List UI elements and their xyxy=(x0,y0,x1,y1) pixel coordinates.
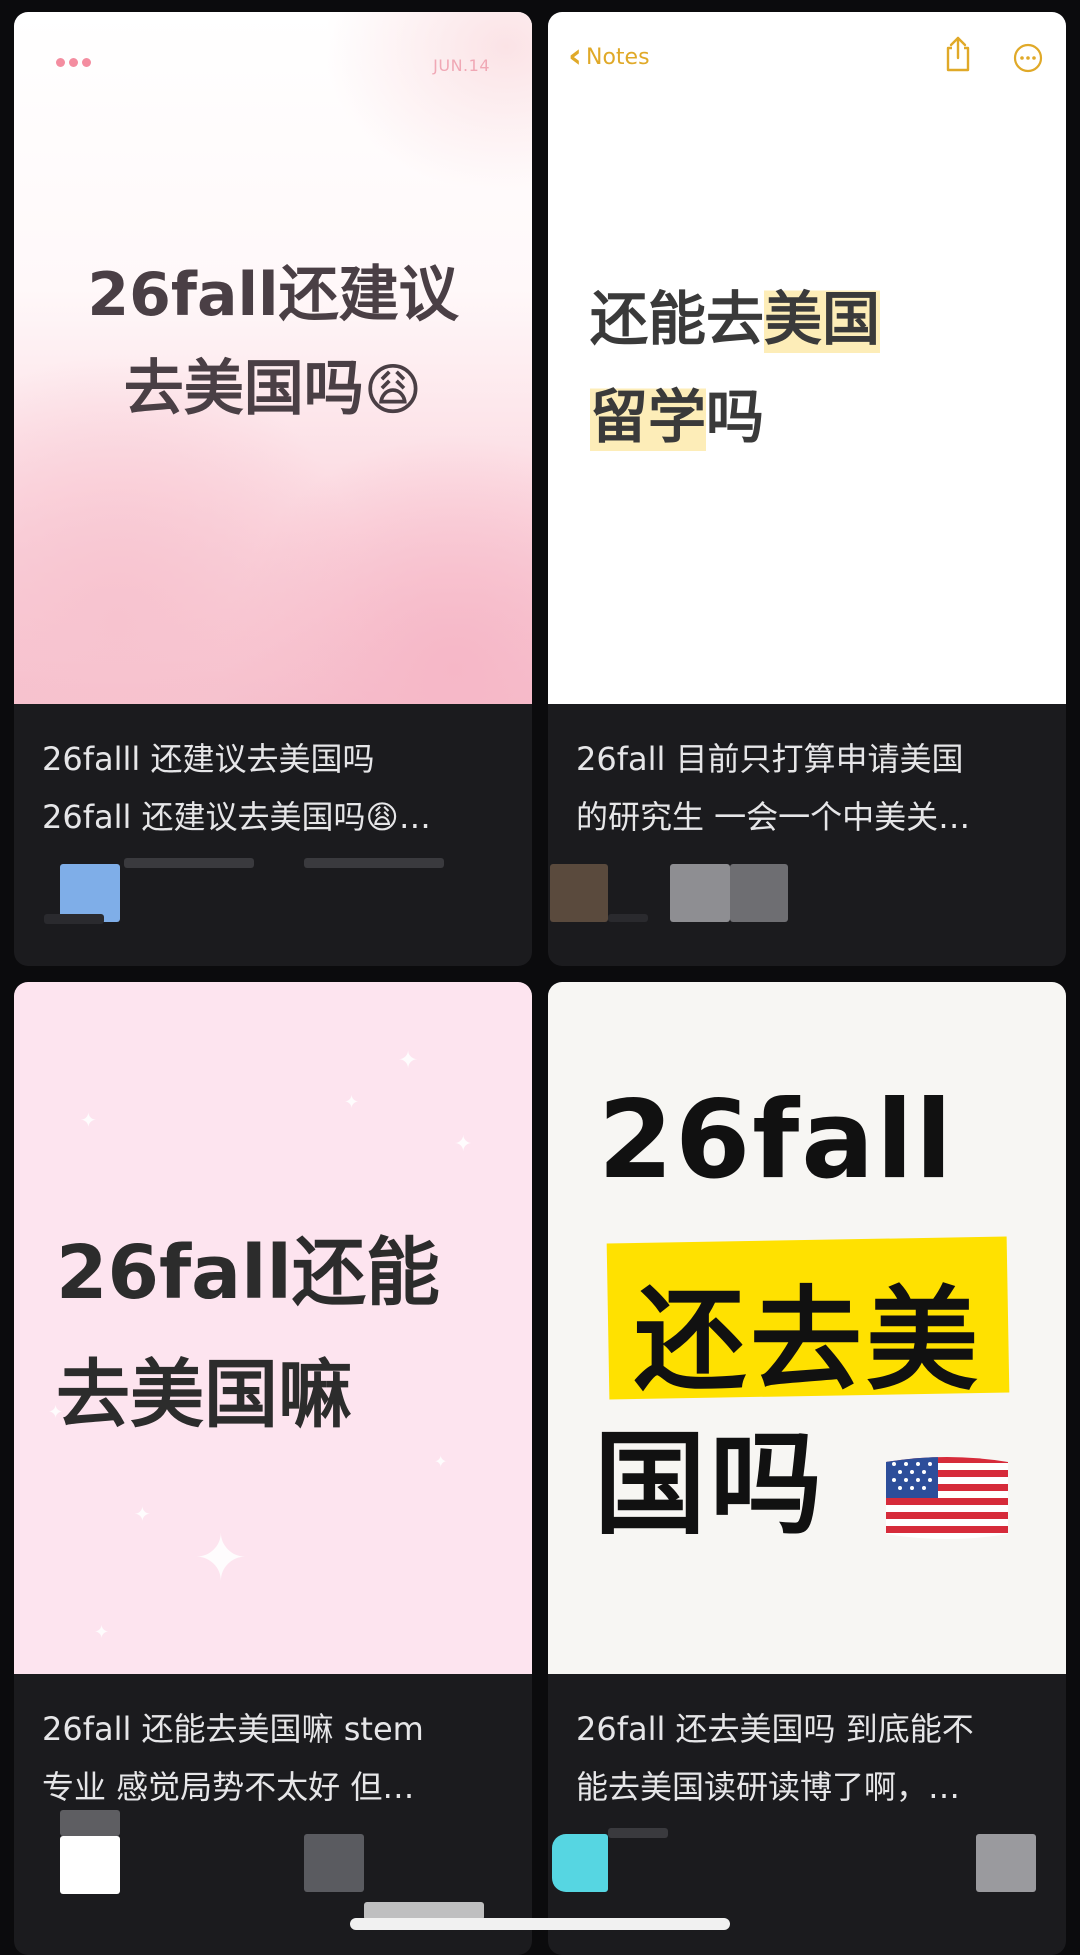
notes-body-text: 还能去美国 留学吗 xyxy=(590,285,881,451)
sparkle-icon: ✦ xyxy=(80,1108,97,1132)
cover-image[interactable]: JUN.14 26fall还建议 去美国吗😩 xyxy=(14,12,532,704)
card-meta: 26falll 还建议去美国吗 26fall 还建议去美国吗😩… xyxy=(14,704,532,966)
note-card-3[interactable]: ✦ ✦ ✦ ✦ ✦ ✦ ✦ ✦ ✦ 26fall还能 去美国嘛 26fall 还… xyxy=(14,982,532,1955)
note-card-4[interactable]: 26fall 还去美 国吗 26fall 还去美国吗 到底能不 能去美国读研读博… xyxy=(548,982,1066,1955)
card-meta: 26fall 还能去美国嘛 stem 专业 感觉局势不太好 但… xyxy=(14,1674,532,1936)
dots-decoration-icon xyxy=(56,58,96,70)
share-icon xyxy=(946,36,970,72)
redacted-block xyxy=(730,864,788,922)
card-caption[interactable]: 26falll 还建议去美国吗 26fall 还建议去美国吗😩… xyxy=(42,730,504,846)
redacted-block xyxy=(976,1834,1036,1892)
card-meta: 26fall 目前只打算申请美国 的研究生 一会一个中美关… xyxy=(548,704,1066,966)
card-footer-redacted xyxy=(14,1810,532,1920)
redacted-block xyxy=(304,1834,364,1892)
cover-image[interactable]: ‹ Notes 还能去美国 留学吗 xyxy=(548,12,1066,704)
card-caption[interactable]: 26fall 还去美国吗 到底能不 能去美国读研读博了啊，… xyxy=(576,1700,1038,1816)
cover-title: 26fall还建议 去美国吗😩 xyxy=(87,260,459,424)
cover-title-line1: 26fall xyxy=(598,1078,955,1203)
cover-title-line2: 还去美 xyxy=(634,1276,982,1406)
redacted-block xyxy=(124,858,254,868)
avatar[interactable] xyxy=(550,864,608,922)
card-footer-redacted xyxy=(14,854,532,924)
redacted-block xyxy=(60,1810,120,1836)
card-caption[interactable]: 26fall 还能去美国嘛 stem 专业 感觉局势不太好 但… xyxy=(42,1700,504,1816)
avatar[interactable] xyxy=(60,1836,120,1894)
card-caption[interactable]: 26fall 目前只打算申请美国 的研究生 一会一个中美关… xyxy=(576,730,1038,846)
sparkle-icon: ✦ xyxy=(344,1092,360,1113)
notes-back-button: ‹ Notes xyxy=(568,36,650,76)
redacted-block xyxy=(608,914,648,922)
chevron-left-icon: ‹ xyxy=(568,36,583,76)
sparkle-icon: ✦ xyxy=(398,1046,419,1074)
card-footer-redacted xyxy=(548,1824,1066,1894)
cover-title: 26fall还能 去美国嘛 xyxy=(56,1230,440,1438)
redacted-block xyxy=(304,858,444,868)
sparkle-icon: ✦ xyxy=(194,1522,248,1596)
cover-image[interactable]: 26fall 还去美 国吗 xyxy=(548,982,1066,1674)
weary-face-emoji: 😩 xyxy=(363,358,423,423)
card-meta: 26fall 还去美国吗 到底能不 能去美国读研读博了啊，… xyxy=(548,1674,1066,1936)
redacted-block xyxy=(44,914,104,924)
note-card-2[interactable]: ‹ Notes 还能去美国 留学吗 26fall 目前只打算申请美国 的研究生 一… xyxy=(548,12,1066,966)
sparkle-icon: ✦ xyxy=(94,1622,110,1643)
cover-image[interactable]: ✦ ✦ ✦ ✦ ✦ ✦ ✦ ✦ ✦ 26fall还能 去美国嘛 xyxy=(14,982,532,1674)
card-footer-redacted xyxy=(548,854,1066,924)
more-icon xyxy=(1013,43,1043,73)
home-indicator[interactable] xyxy=(350,1918,730,1930)
cover-date: JUN.14 xyxy=(433,56,490,75)
redacted-block xyxy=(608,1828,668,1838)
sparkle-icon: ✦ xyxy=(134,1502,151,1526)
flag-us-icon xyxy=(886,1457,1008,1539)
avatar[interactable] xyxy=(552,1834,608,1892)
note-card-1[interactable]: JUN.14 26fall还建议 去美国吗😩 26falll 还建议去美国吗 2… xyxy=(14,12,532,966)
cover-title-line3: 国吗 xyxy=(594,1420,826,1550)
redacted-block xyxy=(670,864,730,922)
sparkle-icon: ✦ xyxy=(454,1132,473,1157)
